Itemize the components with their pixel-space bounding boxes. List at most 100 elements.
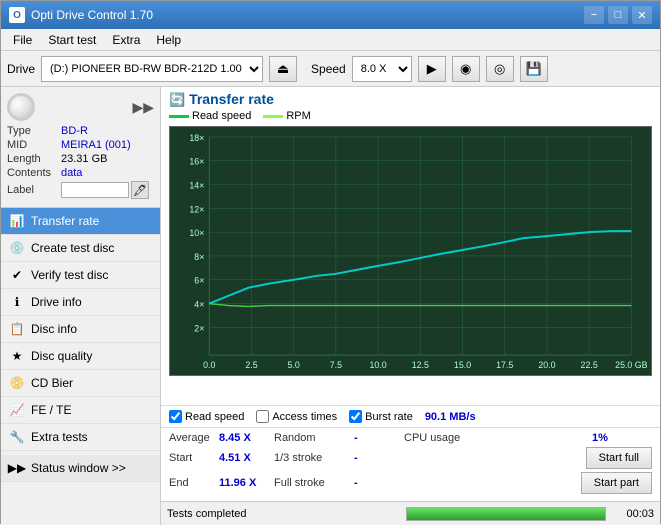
nav-label-status-window: Status window >> [31, 461, 126, 475]
start-label: Start [169, 452, 219, 464]
read-speed-checkbox-label[interactable]: Read speed [169, 410, 244, 423]
access-times-checkbox[interactable] [256, 410, 269, 423]
nav-item-status-window[interactable]: ▶▶ Status window >> [1, 455, 160, 482]
rpm-color [263, 115, 283, 118]
cd-bier-icon: 📀 [9, 375, 25, 391]
nav-label-create-test-disc: Create test disc [31, 241, 114, 255]
nav-item-fe-te[interactable]: 📈 FE / TE [1, 397, 160, 424]
burst-rate-check-label: Burst rate [365, 411, 413, 423]
access-times-checkbox-label[interactable]: Access times [256, 410, 337, 423]
legend-read-speed: Read speed [169, 110, 251, 122]
mid-label: MID [7, 139, 61, 151]
menu-file[interactable]: File [5, 31, 40, 49]
menu-extra[interactable]: Extra [104, 31, 148, 49]
start-full-button[interactable]: Start full [586, 447, 652, 469]
svg-text:7.5: 7.5 [330, 360, 342, 370]
menubar: File Start test Extra Help [1, 29, 660, 51]
fe-te-icon: 📈 [9, 402, 25, 418]
nav-label-disc-quality: Disc quality [31, 349, 92, 363]
drive-select[interactable]: (D:) PIONEER BD-RW BDR-212D 1.00 [41, 56, 263, 82]
start-value: 4.51 X [219, 452, 274, 464]
full-stroke-label: Full stroke [274, 477, 354, 489]
speed-select[interactable]: 8.0 X [352, 56, 412, 82]
label-edit-button[interactable]: 🖊 [131, 181, 149, 199]
play-button[interactable]: ▶ [418, 56, 446, 82]
disc-button-2[interactable]: ◎ [486, 56, 514, 82]
close-button[interactable]: ✕ [632, 6, 652, 24]
start-part-button[interactable]: Start part [581, 472, 652, 494]
label-field-label: Label [7, 184, 61, 196]
nav-item-drive-info[interactable]: ℹ Drive info [1, 289, 160, 316]
type-label: Type [7, 125, 61, 137]
titlebar: O Opti Drive Control 1.70 − □ ✕ [1, 1, 660, 29]
svg-text:12.5: 12.5 [412, 360, 429, 370]
create-test-disc-icon: 💿 [9, 240, 25, 256]
svg-text:5.0: 5.0 [288, 360, 300, 370]
mid-value: MEIRA1 (001) [61, 139, 131, 151]
nav-label-cd-bier: CD Bier [31, 376, 73, 390]
svg-text:16×: 16× [189, 157, 204, 167]
stats-row-3: End 11.96 X Full stroke - Start part [169, 472, 652, 494]
svg-text:25.0 GB: 25.0 GB [615, 360, 647, 370]
contents-value: data [61, 167, 82, 179]
svg-text:2×: 2× [194, 323, 204, 333]
nav-item-transfer-rate[interactable]: 📊 Transfer rate [1, 208, 160, 235]
svg-text:4×: 4× [194, 300, 204, 310]
status-window-icon: ▶▶ [9, 460, 25, 476]
extra-tests-icon: 🔧 [9, 429, 25, 445]
statusbar: Tests completed 00:03 [161, 501, 660, 525]
sidebar: ▶▶ Type BD-R MID MEIRA1 (001) Length 23.… [1, 87, 161, 525]
length-label: Length [7, 153, 61, 165]
end-value: 11.96 X [219, 477, 274, 489]
nav-item-disc-quality[interactable]: ★ Disc quality [1, 343, 160, 370]
nav-item-cd-bier[interactable]: 📀 CD Bier [1, 370, 160, 397]
end-label: End [169, 477, 219, 489]
maximize-button[interactable]: □ [608, 6, 628, 24]
disc-button-1[interactable]: ◉ [452, 56, 480, 82]
nav-label-fe-te: FE / TE [31, 403, 71, 417]
chart-legend: Read speed RPM [169, 110, 652, 122]
nav-menu: 📊 Transfer rate 💿 Create test disc ✔ Ver… [1, 208, 160, 525]
access-times-check-label: Access times [272, 411, 337, 423]
transfer-rate-icon: 📊 [9, 213, 25, 229]
disc-quality-icon: ★ [9, 348, 25, 364]
svg-text:8×: 8× [194, 252, 204, 262]
nav-item-disc-info[interactable]: 📋 Disc info [1, 316, 160, 343]
average-label: Average [169, 432, 219, 444]
disc-panel: ▶▶ Type BD-R MID MEIRA1 (001) Length 23.… [1, 87, 160, 208]
burst-rate-checkbox-label[interactable]: Burst rate [349, 410, 413, 423]
svg-text:6×: 6× [194, 276, 204, 286]
stats-area: Average 8.45 X Random - CPU usage 1% Sta… [161, 427, 660, 501]
toolbar: Drive (D:) PIONEER BD-RW BDR-212D 1.00 ⏏… [1, 51, 660, 87]
nav-item-extra-tests[interactable]: 🔧 Extra tests [1, 424, 160, 451]
burst-value: 90.1 MB/s [425, 411, 476, 423]
svg-text:10×: 10× [189, 228, 204, 238]
speed-label: Speed [311, 62, 346, 76]
label-input[interactable] [61, 182, 129, 198]
save-button[interactable]: 💾 [520, 56, 548, 82]
chart-title: 🔄 Transfer rate [169, 91, 652, 108]
length-value: 23.31 GB [61, 153, 107, 165]
nav-item-create-test-disc[interactable]: 💿 Create test disc [1, 235, 160, 262]
stats-row-2: Start 4.51 X 1/3 stroke - Start full [169, 447, 652, 469]
disc-type-row: Type BD-R [7, 125, 154, 137]
read-speed-checkbox[interactable] [169, 410, 182, 423]
chart-area: 🔄 Transfer rate Read speed RPM [161, 87, 660, 405]
stats-row-1: Average 8.45 X Random - CPU usage 1% [169, 432, 652, 444]
svg-text:0.0: 0.0 [203, 360, 215, 370]
burst-rate-checkbox[interactable] [349, 410, 362, 423]
svg-text:22.5: 22.5 [581, 360, 598, 370]
disc-arrows[interactable]: ▶▶ [132, 99, 154, 116]
menu-help[interactable]: Help [148, 31, 189, 49]
read-speed-check-label: Read speed [185, 411, 244, 423]
window-controls: − □ ✕ [584, 6, 652, 24]
progress-bar-fill [407, 508, 605, 520]
svg-text:18×: 18× [189, 133, 204, 143]
menu-start-test[interactable]: Start test [40, 31, 104, 49]
minimize-button[interactable]: − [584, 6, 604, 24]
nav-item-verify-test-disc[interactable]: ✔ Verify test disc [1, 262, 160, 289]
disc-length-row: Length 23.31 GB [7, 153, 154, 165]
eject-button[interactable]: ⏏ [269, 56, 297, 82]
random-value: - [354, 432, 404, 444]
legend-rpm: RPM [263, 110, 310, 122]
